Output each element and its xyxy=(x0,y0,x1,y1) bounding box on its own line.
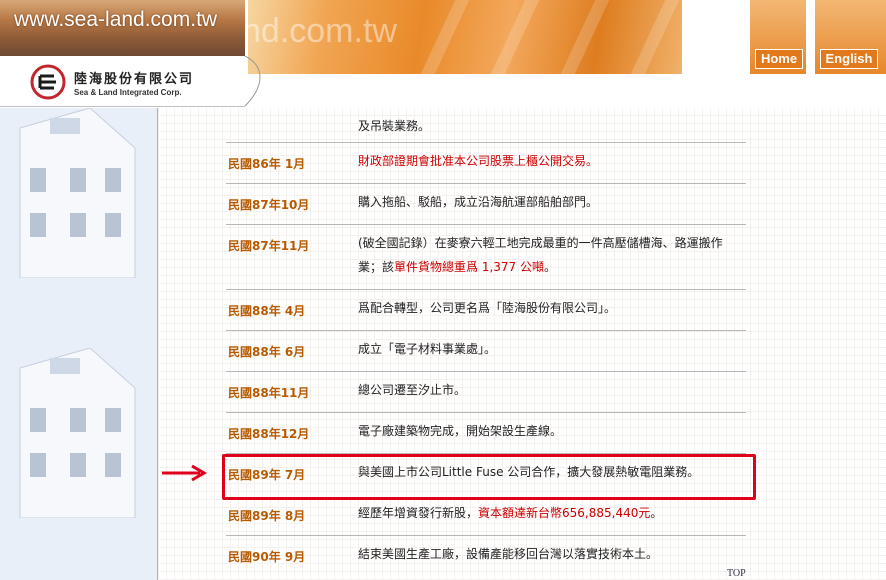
timeline-desc: 及吊裝業務。 xyxy=(358,114,738,138)
history-timeline: 及吊裝業務。 民國86年 1月 財政部證期會批准本公司股票上櫃公開交易。 民國8… xyxy=(158,108,886,580)
highlight-box xyxy=(222,454,756,500)
banner-stripe xyxy=(490,0,540,74)
banner-domain-text: www.sea-land.com.tw xyxy=(14,8,218,31)
desc-text: 爲配合轉型，公司更名爲「陸海股份有限公司」。 xyxy=(358,301,617,315)
logo[interactable]: 陸海股份有限公司 Sea & Land Integrated Corp. xyxy=(0,56,245,107)
timeline-date: 民國86年 1月 xyxy=(228,157,306,171)
timeline-date: 民國88年 4月 xyxy=(228,304,306,318)
timeline-date: 民國88年12月 xyxy=(228,427,310,441)
timeline-desc: (破全國記錄）在麥寮六輕工地完成最重的一件高壓儲槽海、路運搬作業；該單件貨物總重… xyxy=(358,231,738,279)
timeline-row: 民國87年10月 購入拖船、駁船，成立沿海航運部船舶部門。 xyxy=(226,184,746,225)
company-name-zh: 陸海股份有限公司 xyxy=(74,72,195,87)
timeline-row: 民國90年 9月 結束美國生產工廠，設備產能移回台灣以落實技術本土。 xyxy=(226,536,746,576)
timeline-desc: 財政部證期會批准本公司股票上櫃公開交易。 xyxy=(358,149,738,173)
building-image xyxy=(10,348,140,518)
desc-tail: 。 xyxy=(544,260,557,274)
desc-text: 結束美國生產工廠，設備產能移回台灣以落實技術本土。 xyxy=(358,547,659,561)
desc-text: 購入拖船、駁船，成立沿海航運部船舶部門。 xyxy=(358,195,599,209)
desc-text: 成立「電子材料事業處」。 xyxy=(358,342,497,356)
home-button[interactable]: Home xyxy=(755,49,803,69)
desc-tail: 。 xyxy=(650,506,663,520)
desc-highlight-text: 財政部證期會批准本公司股票上櫃公開交易。 xyxy=(358,154,599,168)
timeline-row: 民國87年11月 (破全國記錄）在麥寮六輕工地完成最重的一件高壓儲槽海、路運搬作… xyxy=(226,225,746,290)
logo-icon xyxy=(30,64,66,100)
banner-stripe xyxy=(420,0,470,74)
timeline-desc: 電子廠建築物完成，開始架設生產線。 xyxy=(358,419,738,443)
banner-stripe xyxy=(560,0,610,74)
desc-highlight-text: 單件貨物總重爲 1,377 公噸 xyxy=(394,260,544,274)
timeline-desc: 購入拖船、駁船，成立沿海航運部船舶部門。 xyxy=(358,190,738,214)
banner-stripe xyxy=(630,0,680,74)
top-link[interactable]: TOP xyxy=(727,568,746,579)
english-button[interactable]: English xyxy=(820,49,878,69)
desc-highlight-text: 資本額達新台幣656,885,440元 xyxy=(478,506,651,520)
desc-text: 總公司遷至汐止市。 xyxy=(358,383,467,397)
timeline-row: 及吊裝業務。 xyxy=(226,108,746,143)
timeline-row: 民國88年 4月 爲配合轉型，公司更名爲「陸海股份有限公司」。 xyxy=(226,290,746,331)
timeline-date: 民國90年 9月 xyxy=(228,550,306,564)
timeline-desc: 經歷年增資發行新股，資本額達新台幣656,885,440元。 xyxy=(358,501,738,525)
timeline-row: 民國88年 6月 成立「電子材料事業處」。 xyxy=(226,331,746,372)
banner-graphic: nd.com.tw xyxy=(248,0,682,74)
timeline-desc: 爲配合轉型，公司更名爲「陸海股份有限公司」。 xyxy=(358,296,738,320)
timeline-desc: 結束美國生產工廠，設備產能移回台灣以落實技術本土。 xyxy=(358,542,738,566)
building-image xyxy=(10,108,140,278)
header: www.sea-land.com.tw nd.com.tw Home Engli… xyxy=(0,0,886,108)
timeline-date: 民國88年 6月 xyxy=(228,345,306,359)
timeline-row: 民國89年 8月 經歷年增資發行新股，資本額達新台幣656,885,440元。 xyxy=(226,495,746,536)
timeline-date: 民國87年10月 xyxy=(228,198,310,212)
timeline-row: 民國86年 1月 財政部證期會批准本公司股票上櫃公開交易。 xyxy=(226,143,746,184)
timeline-row: 民國88年12月 電子廠建築物完成，開始架設生產線。 xyxy=(226,413,746,454)
timeline-date: 民國89年 8月 xyxy=(228,509,306,523)
arrow-right-icon xyxy=(162,464,207,482)
banner-photo: www.sea-land.com.tw xyxy=(0,0,245,56)
timeline-row: 民國88年11月 總公司遷至汐止市。 xyxy=(226,372,746,413)
timeline-date: 民國87年11月 xyxy=(228,239,310,253)
timeline-date: 民國88年11月 xyxy=(228,386,310,400)
timeline-desc: 總公司遷至汐止市。 xyxy=(358,378,738,402)
banner-ghost-domain: nd.com.tw xyxy=(248,12,397,50)
company-name-en: Sea & Land Integrated Corp. xyxy=(74,88,182,97)
timeline-desc: 成立「電子材料事業處」。 xyxy=(358,337,738,361)
left-decor-column xyxy=(0,108,158,580)
desc-text: 經歷年增資發行新股， xyxy=(358,506,479,520)
header-curve xyxy=(244,56,261,107)
desc-text: 及吊裝業務。 xyxy=(358,119,431,133)
desc-text: 電子廠建築物完成，開始架設生產線。 xyxy=(358,424,563,438)
